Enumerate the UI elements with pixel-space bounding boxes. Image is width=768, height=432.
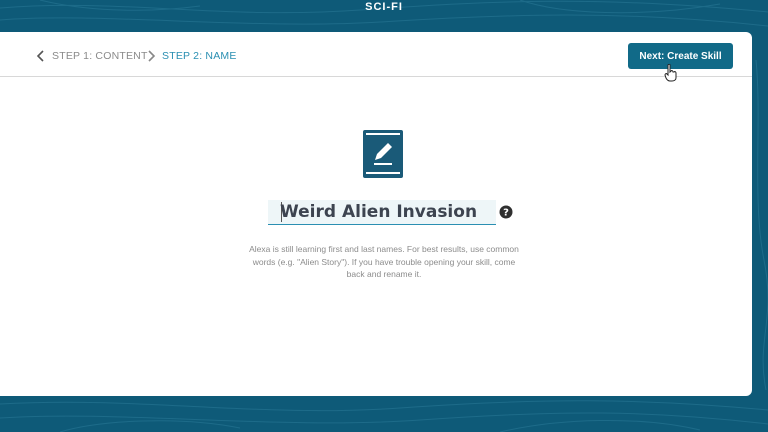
hand-pointer-cursor-icon (664, 64, 677, 82)
question-circle-icon[interactable]: ? (499, 205, 513, 219)
main-card: STEP 1: CONTENT STEP 2: NAME Next: Creat… (0, 32, 752, 396)
breadcrumb-step-content-label: STEP 1: CONTENT (52, 50, 148, 62)
svg-text:?: ? (503, 208, 509, 219)
breadcrumb-step-name-label: STEP 2: NAME (162, 50, 237, 62)
skill-name-input[interactable] (280, 200, 494, 224)
next-create-skill-button[interactable]: Next: Create Skill (628, 43, 733, 69)
naming-help-text: Alexa is still learning first and last n… (249, 244, 519, 279)
category-title: SCI-FI (365, 1, 403, 13)
breadcrumb-step-name: STEP 2: NAME (146, 48, 237, 64)
book-edit-icon (363, 130, 403, 178)
chevron-right-icon (148, 50, 156, 62)
breadcrumb-step-content[interactable]: STEP 1: CONTENT (36, 48, 148, 64)
chevron-left-icon (36, 50, 44, 62)
card-header: STEP 1: CONTENT STEP 2: NAME Next: Creat… (0, 32, 752, 77)
skill-name-field[interactable] (268, 200, 496, 225)
